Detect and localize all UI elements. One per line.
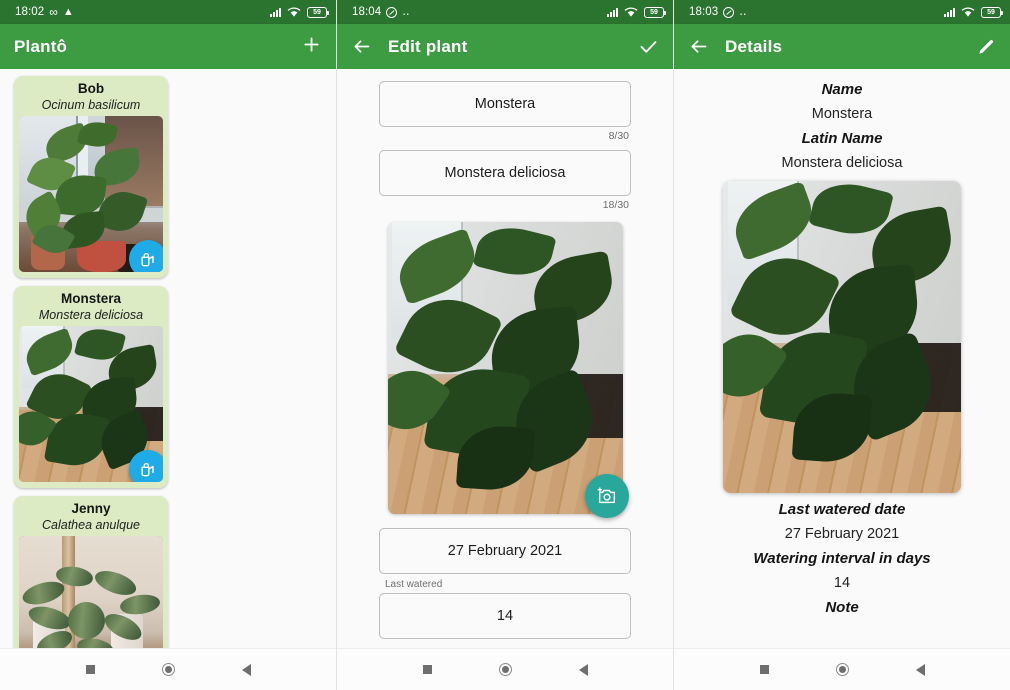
plant-photo <box>19 326 163 482</box>
plant-name: Bob <box>77 81 105 96</box>
warning-triangle-icon: ▲ <box>62 5 74 18</box>
latin-name-value: Monstera deliciosa <box>781 155 903 171</box>
circle-home-icon[interactable] <box>498 663 512 676</box>
name-label: Name <box>821 81 863 98</box>
page-title: Details <box>725 36 783 56</box>
status-time: 18:02 <box>15 6 45 18</box>
plant-name-counter: 8/30 <box>608 130 629 142</box>
arrow-back-icon <box>691 40 707 53</box>
signal-icon <box>270 7 281 17</box>
plant-name: Jenny <box>71 501 111 516</box>
circle-home-icon[interactable] <box>835 663 849 676</box>
water-plant-button[interactable] <box>129 240 163 272</box>
system-nav-bar <box>0 648 336 690</box>
app-bar: Details <box>674 24 1010 69</box>
square-icon[interactable] <box>759 665 769 674</box>
last-watered-date-input[interactable]: 27 February 2021 <box>379 528 631 574</box>
square-icon[interactable] <box>85 665 95 674</box>
battery-icon: 59 <box>307 6 330 18</box>
app-bar: Plantô <box>0 24 336 69</box>
last-watered-label: Last watered <box>385 579 443 590</box>
signal-icon <box>944 7 955 17</box>
plant-name-input[interactable]: Monstera <box>379 81 631 127</box>
add-photo-camera-icon <box>597 487 615 504</box>
plant-photo <box>19 536 163 648</box>
back-button[interactable] <box>351 36 372 57</box>
save-button[interactable] <box>638 36 659 57</box>
edit-button[interactable] <box>976 37 996 57</box>
battery-icon: 59 <box>981 6 1004 18</box>
screen-edit-plant: 18:04 ‥ 59 Edit plant Monstera 8/30 Mons… <box>337 0 674 690</box>
screen-details: 18:03 ‥ 59 Details Name Monstera Latin N… <box>674 0 1010 690</box>
last-watered-value: 27 February 2021 <box>784 526 900 542</box>
plant-card[interactable]: Jenny Calathea anulque <box>14 496 168 648</box>
page-title: Edit plant <box>388 36 468 56</box>
circle-home-icon[interactable] <box>161 663 175 676</box>
back-triangle-icon[interactable] <box>241 663 251 676</box>
status-time: 18:04 <box>352 6 382 18</box>
page-title: Plantô <box>14 36 68 56</box>
battery-level: 59 <box>987 8 995 16</box>
status-time: 18:03 <box>689 6 719 18</box>
plus-icon <box>304 37 319 52</box>
battery-icon: 59 <box>644 6 667 18</box>
screenshot-root: 18:02 ∞ ▲ 59 Plantô Bob Ocinum basilicum… <box>0 0 1010 690</box>
plant-card[interactable]: Bob Ocinum basilicum <box>14 76 168 278</box>
do-not-disturb-icon <box>386 6 398 18</box>
wifi-icon <box>624 6 638 17</box>
watering-can-icon <box>141 462 154 477</box>
water-plant-button[interactable] <box>129 450 163 482</box>
edit-form: Monstera 8/30 Monstera deliciosa 18/30 2… <box>337 69 673 648</box>
system-nav-bar <box>674 648 1010 690</box>
do-not-disturb-icon <box>723 6 735 18</box>
add-plant-button[interactable] <box>301 34 322 59</box>
wifi-icon <box>287 6 301 17</box>
latin-name-input[interactable]: Monstera deliciosa <box>379 150 631 196</box>
back-triangle-icon[interactable] <box>915 663 925 676</box>
plant-photo <box>19 116 163 272</box>
plant-photo <box>723 181 961 493</box>
watering-interval-input[interactable]: 14 <box>379 593 631 639</box>
more-dots-icon: ‥ <box>402 5 411 18</box>
edit-pencil-icon <box>979 39 994 54</box>
plant-latin-name: Monstera deliciosa <box>38 308 144 322</box>
status-bar: 18:02 ∞ ▲ 59 <box>0 0 336 24</box>
name-value: Monstera <box>811 106 873 122</box>
arrow-back-icon <box>354 40 370 53</box>
status-bar: 18:04 ‥ 59 <box>337 0 673 24</box>
latin-name-label: Latin Name <box>801 130 883 147</box>
system-nav-bar <box>337 648 673 690</box>
plant-latin-name: Calathea anulque <box>42 518 140 532</box>
more-dots-icon: ‥ <box>739 5 748 18</box>
details-body: Name Monstera Latin Name Monstera delici… <box>674 69 1010 648</box>
back-triangle-icon[interactable] <box>578 663 588 676</box>
plant-photo[interactable] <box>387 222 629 518</box>
plant-grid: Bob Ocinum basilicum Monstera Monstera d… <box>7 76 329 648</box>
screen-plant-list: 18:02 ∞ ▲ 59 Plantô Bob Ocinum basilicum… <box>0 0 337 690</box>
plant-card[interactable]: Monstera Monstera deliciosa <box>14 286 168 488</box>
watering-can-icon <box>141 252 154 267</box>
battery-level: 59 <box>313 8 321 16</box>
last-watered-label: Last watered date <box>778 501 906 518</box>
plant-latin-name: Ocinum basilicum <box>41 98 141 112</box>
battery-level: 59 <box>650 8 658 16</box>
change-photo-button[interactable] <box>584 474 629 518</box>
note-label: Note <box>825 599 859 616</box>
signal-icon <box>607 7 618 17</box>
watering-interval-value: 14 <box>833 575 851 591</box>
latin-name-counter: 18/30 <box>602 199 629 211</box>
back-button[interactable] <box>688 36 709 57</box>
watering-interval-label: Watering interval in days <box>753 550 931 567</box>
status-bar: 18:03 ‥ 59 <box>674 0 1010 24</box>
plant-grid-container: Bob Ocinum basilicum Monstera Monstera d… <box>0 69 336 648</box>
plant-name: Monstera <box>60 291 121 306</box>
check-icon <box>640 41 657 53</box>
square-icon[interactable] <box>422 665 432 674</box>
wifi-icon <box>961 6 975 17</box>
app-bar: Edit plant <box>337 24 673 69</box>
infinity-icon: ∞ <box>49 5 58 19</box>
